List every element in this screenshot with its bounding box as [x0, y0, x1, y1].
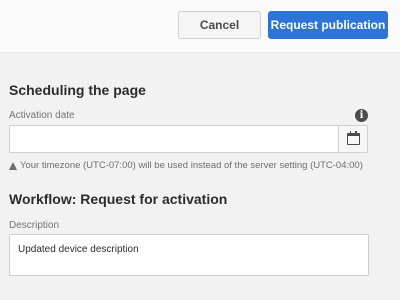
activation-date-label: Activation date	[9, 110, 75, 121]
scheduling-title: Scheduling the page	[9, 82, 146, 98]
request-publication-button[interactable]: Request publication	[268, 11, 388, 39]
info-icon[interactable]: i	[355, 109, 368, 122]
warning-icon	[9, 161, 17, 170]
calendar-icon	[346, 131, 360, 145]
timezone-note-text: Your timezone (UTC-07:00) will be used i…	[20, 160, 363, 171]
activation-date-input[interactable]	[9, 125, 339, 153]
description-label: Description	[9, 220, 60, 231]
workflow-title: Workflow: Request for activation	[9, 191, 228, 207]
cancel-button[interactable]: Cancel	[178, 11, 261, 39]
timezone-note: Your timezone (UTC-07:00) will be used i…	[9, 160, 363, 171]
dialog-header: Cancel Request publication	[0, 0, 400, 52]
calendar-button[interactable]	[338, 125, 368, 153]
description-field[interactable]: Updated device description	[9, 234, 369, 276]
